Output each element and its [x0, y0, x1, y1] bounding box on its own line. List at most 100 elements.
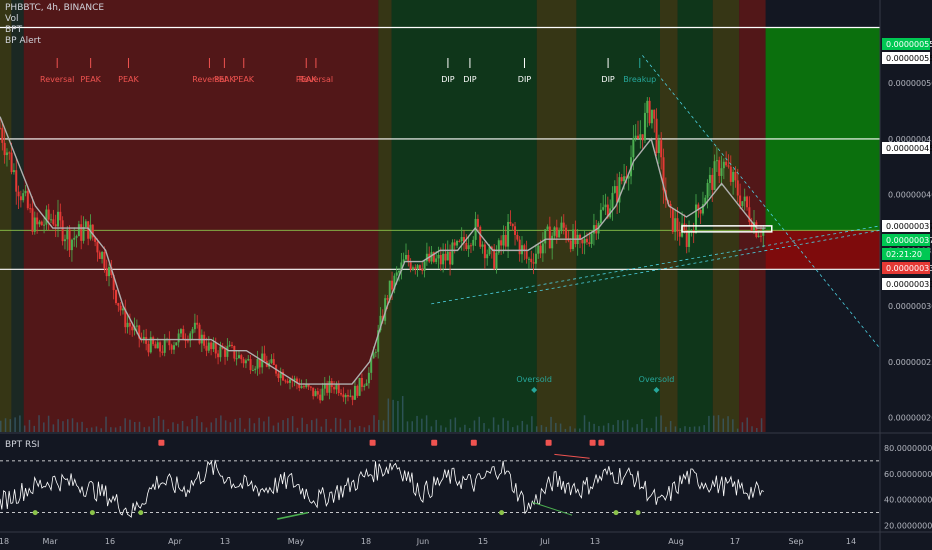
candle-body	[476, 218, 479, 227]
candle-body	[256, 358, 259, 369]
volume-bar	[669, 421, 672, 432]
rsi-panel-title[interactable]: BPT RSI	[5, 440, 40, 451]
candle-body	[356, 385, 359, 396]
volume-bar	[535, 426, 538, 432]
candle-body	[409, 262, 412, 270]
candle-body	[135, 325, 138, 327]
volume-bar	[416, 415, 418, 432]
volume-bar	[191, 419, 193, 432]
candle-body	[523, 245, 526, 251]
candle-body	[479, 226, 482, 247]
candle-body	[312, 387, 315, 397]
volume-bar	[674, 426, 677, 432]
volume-bar	[650, 428, 653, 432]
volume-bar	[717, 415, 720, 432]
candle-body	[511, 223, 514, 227]
candle-body	[212, 342, 215, 350]
candle-body	[611, 192, 614, 209]
volume-bar	[636, 424, 638, 432]
volume-bar	[641, 418, 643, 432]
volume-bar	[306, 424, 308, 432]
volume-bar	[9, 419, 12, 432]
bp-alert-indicator-label[interactable]: BP Alert	[5, 36, 41, 47]
rsi-tick-1: 60.00000000	[884, 470, 932, 479]
candle-body	[117, 303, 120, 306]
volume-bar	[66, 419, 69, 432]
volume-bar	[526, 424, 528, 432]
vol-indicator-label[interactable]: Vol	[5, 14, 18, 25]
candle-body	[729, 166, 732, 182]
candle-body	[50, 219, 53, 221]
volume-bar	[19, 415, 21, 432]
candle-body	[711, 174, 714, 190]
price-label-0: 0.00000055	[886, 40, 932, 49]
bpt-indicator-label[interactable]: BPT	[5, 25, 22, 36]
volume-bar	[626, 419, 629, 432]
candle-body	[565, 227, 568, 239]
volume-bar	[612, 424, 614, 432]
volume-bar	[100, 428, 102, 432]
volume-bar	[387, 398, 390, 432]
volume-bar	[181, 420, 184, 432]
candle-body	[38, 221, 41, 225]
candle-body	[539, 245, 542, 254]
volume-bar	[186, 426, 189, 432]
volume-bar	[62, 421, 64, 432]
volume-bar	[708, 415, 710, 432]
volume-bar	[277, 422, 280, 432]
volume-bar	[129, 419, 131, 432]
candle-body	[553, 227, 556, 236]
volume-bar	[488, 428, 490, 432]
volume-bar	[732, 419, 734, 432]
candle-body	[360, 377, 363, 387]
candle-body	[210, 342, 213, 350]
candle-body	[525, 250, 528, 259]
candle-body	[558, 230, 561, 238]
candle-body	[648, 100, 651, 124]
volume-bar	[57, 419, 59, 432]
candle-body	[161, 351, 164, 353]
candle-body	[314, 391, 317, 397]
candle-body	[198, 324, 201, 344]
candle-body	[75, 236, 78, 238]
candle-body	[152, 337, 155, 345]
candle-body	[646, 100, 649, 113]
zone-5	[536, 0, 577, 432]
volume-bar	[392, 399, 394, 432]
price-chart[interactable]: Reversal PEAK PEAK ReversalPEAKPEAK PEAKReve…	[0, 0, 932, 550]
price-label-4: 0.00000037	[886, 236, 932, 245]
volume-bar	[598, 426, 600, 432]
candle-body	[344, 394, 347, 398]
candle-body	[678, 231, 681, 237]
candle-body	[119, 305, 122, 311]
candle-body	[574, 229, 577, 245]
candle-body	[746, 196, 749, 208]
candle-body	[588, 242, 591, 244]
volume-bar	[23, 425, 26, 432]
volume-bar	[330, 428, 332, 432]
candle-body	[743, 196, 746, 202]
candle-body	[103, 251, 106, 269]
volume-bar	[746, 417, 748, 432]
candle-body	[240, 355, 243, 360]
volume-bar	[378, 419, 380, 432]
candle-body	[247, 359, 250, 361]
candle-body	[10, 152, 13, 173]
candle-body	[699, 209, 702, 214]
volume-bar	[760, 418, 763, 432]
rsi-overbought-marker-0	[158, 439, 165, 446]
volume-bar	[267, 416, 270, 432]
rsi-oversold-marker-2	[138, 510, 144, 516]
candle-body	[643, 112, 646, 141]
candle-body	[131, 326, 134, 331]
rsi-overbought-marker-4	[545, 439, 552, 446]
candle-body	[31, 208, 34, 232]
price-label-3: 0.00000037	[886, 222, 932, 231]
candle-body	[537, 245, 540, 254]
candle-body	[70, 239, 73, 251]
volume-bar	[200, 422, 203, 432]
candle-body	[655, 118, 658, 154]
candle-body	[414, 267, 417, 270]
candle-body	[541, 243, 544, 254]
candle-body	[444, 253, 447, 261]
